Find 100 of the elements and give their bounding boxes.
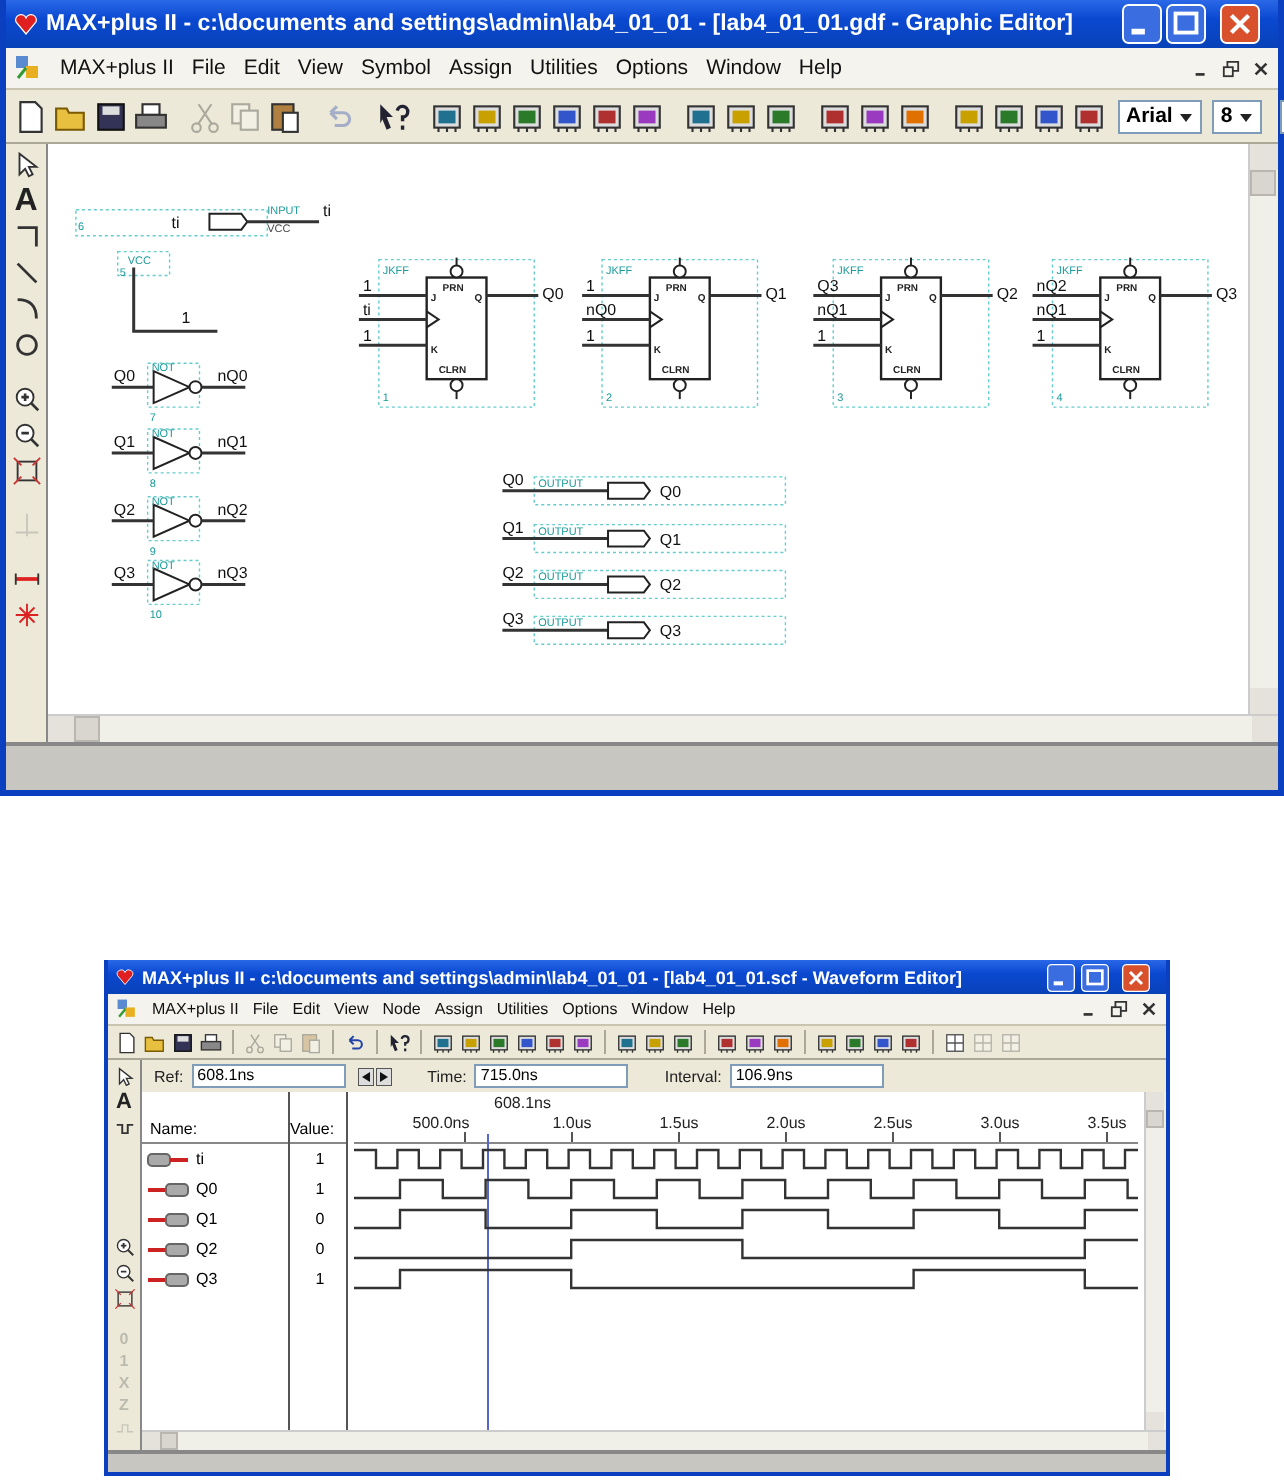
horizontal-scrollbar[interactable] xyxy=(142,1430,1166,1450)
chip-tool-icon[interactable] xyxy=(992,99,1026,133)
grid-icon[interactable] xyxy=(944,1031,966,1053)
maximize-button[interactable] xyxy=(1166,4,1206,44)
chip-tool-icon[interactable] xyxy=(744,1031,766,1053)
menu-item[interactable]: Node xyxy=(382,1000,421,1018)
pointer-icon[interactable] xyxy=(113,1066,135,1088)
zoom-out-icon[interactable] xyxy=(113,1262,135,1284)
menu-item[interactable]: Options xyxy=(615,56,689,80)
chip-tool-icon[interactable] xyxy=(544,1031,566,1053)
font-size-dropdown[interactable]: 8 xyxy=(1212,99,1263,133)
menu-item[interactable]: File xyxy=(191,56,226,80)
horizontal-scrollbar[interactable] xyxy=(48,714,1278,742)
chip-tool-icon[interactable] xyxy=(516,1031,538,1053)
chip-tool-icon[interactable] xyxy=(590,99,624,133)
signal-name[interactable]: Q1 xyxy=(196,1210,218,1228)
chip-tool-icon[interactable] xyxy=(572,1031,594,1053)
new-file-icon[interactable] xyxy=(116,1031,138,1053)
app-menu-icon[interactable] xyxy=(116,998,138,1020)
folder-icon[interactable] xyxy=(144,1031,166,1053)
font-dropdown[interactable]: Arial xyxy=(1118,99,1203,133)
app-menu-icon[interactable] xyxy=(14,54,42,82)
menu-item[interactable]: Symbol xyxy=(361,56,432,80)
help-pointer-icon[interactable] xyxy=(376,99,410,133)
chip-tool-icon[interactable] xyxy=(844,1031,866,1053)
menu-item[interactable]: Assign xyxy=(449,56,513,80)
time-field[interactable]: 715.0ns xyxy=(474,1064,629,1088)
menu-item[interactable]: Utilities xyxy=(530,56,598,80)
connect-dots-icon[interactable] xyxy=(11,600,41,630)
chip-tool-icon[interactable] xyxy=(858,99,892,133)
chip-tool-icon[interactable] xyxy=(716,1031,738,1053)
menu-item[interactable]: Help xyxy=(702,1000,736,1018)
chip-tool-icon[interactable] xyxy=(724,99,758,133)
menu-item[interactable]: Assign xyxy=(434,1000,483,1018)
close-icon[interactable] xyxy=(1140,1000,1158,1018)
vertical-scrollbar[interactable] xyxy=(1144,1092,1166,1430)
maximize-button[interactable] xyxy=(1080,963,1110,991)
schematic-canvas[interactable] xyxy=(48,144,1248,714)
chip-tool-icon[interactable] xyxy=(488,1031,510,1053)
minimize-button[interactable] xyxy=(1046,963,1076,991)
chip-tool-icon[interactable] xyxy=(872,1031,894,1053)
chip-tool-icon[interactable] xyxy=(430,99,464,133)
chip-tool-icon[interactable] xyxy=(550,99,584,133)
chip-tool-icon[interactable] xyxy=(460,1031,482,1053)
menu-item[interactable]: Window xyxy=(631,1000,689,1018)
menu-item[interactable]: Utilities xyxy=(496,1000,549,1018)
chip-tool-icon[interactable] xyxy=(470,99,504,133)
menu-item[interactable]: File xyxy=(252,1000,279,1018)
close-icon[interactable] xyxy=(1252,59,1270,77)
circle-icon[interactable] xyxy=(11,330,41,360)
zoom-in-icon[interactable] xyxy=(113,1236,135,1258)
menu-item[interactable]: Options xyxy=(562,1000,618,1018)
chip-tool-icon[interactable] xyxy=(772,1031,794,1053)
vertical-scrollbar[interactable] xyxy=(1248,144,1278,714)
chip-tool-icon[interactable] xyxy=(644,1031,666,1053)
chip-tool-icon[interactable] xyxy=(818,99,852,133)
chip-tool-icon[interactable] xyxy=(952,99,986,133)
restore-icon[interactable] xyxy=(1110,1000,1128,1018)
new-file-icon[interactable] xyxy=(14,99,48,133)
menu-item[interactable]: Window xyxy=(706,56,781,80)
clipboard-icon[interactable] xyxy=(268,99,302,133)
chip-tool-icon[interactable] xyxy=(898,99,932,133)
fit-window-icon[interactable] xyxy=(11,456,41,486)
chip-tool-icon[interactable] xyxy=(1072,99,1106,133)
signal-name[interactable]: ti xyxy=(196,1150,204,1168)
chip-tool-icon[interactable] xyxy=(510,99,544,133)
signal-name[interactable]: Q2 xyxy=(196,1240,218,1258)
chip-tool-icon[interactable] xyxy=(816,1031,838,1053)
chip-tool-icon[interactable] xyxy=(1032,99,1066,133)
zoom-out-icon[interactable] xyxy=(11,420,41,450)
undo-icon[interactable] xyxy=(344,1031,366,1053)
chip-tool-icon[interactable] xyxy=(432,1031,454,1053)
help-pointer-icon[interactable] xyxy=(388,1031,410,1053)
menu-item[interactable]: Help xyxy=(798,56,843,80)
chip-tool-icon[interactable] xyxy=(900,1031,922,1053)
text-tool-button[interactable]: A xyxy=(116,1092,132,1114)
chip-tool-icon[interactable] xyxy=(684,99,718,133)
printer-icon[interactable] xyxy=(134,99,168,133)
zoom-in-icon[interactable] xyxy=(11,384,41,414)
chip-tool-icon[interactable] xyxy=(616,1031,638,1053)
menu-item[interactable]: Edit xyxy=(243,56,280,80)
ref-field[interactable]: 608.1ns xyxy=(191,1064,346,1088)
chip-tool-icon[interactable] xyxy=(672,1031,694,1053)
minimize-button[interactable] xyxy=(1122,4,1162,44)
diagonal-line-icon[interactable] xyxy=(11,258,41,288)
fit-window-icon[interactable] xyxy=(113,1288,135,1310)
chip-tool-icon[interactable] xyxy=(764,99,798,133)
printer-icon[interactable] xyxy=(200,1031,222,1053)
next-transition-button[interactable] xyxy=(375,1067,392,1085)
previous-transition-button[interactable] xyxy=(357,1067,374,1085)
menu-item[interactable]: View xyxy=(334,1000,369,1018)
signal-name[interactable]: Q3 xyxy=(196,1270,218,1288)
restore-icon[interactable] xyxy=(1222,59,1240,77)
menu-item[interactable]: MAX+plus II xyxy=(60,56,174,80)
menu-item[interactable]: View xyxy=(297,56,343,80)
menu-item[interactable]: Edit xyxy=(292,1000,321,1018)
chip-tool-icon[interactable] xyxy=(630,99,664,133)
text-tool-button[interactable]: A xyxy=(14,186,38,216)
menu-item[interactable]: MAX+plus II xyxy=(152,1000,239,1018)
overwrite-icon[interactable] xyxy=(113,1118,135,1140)
